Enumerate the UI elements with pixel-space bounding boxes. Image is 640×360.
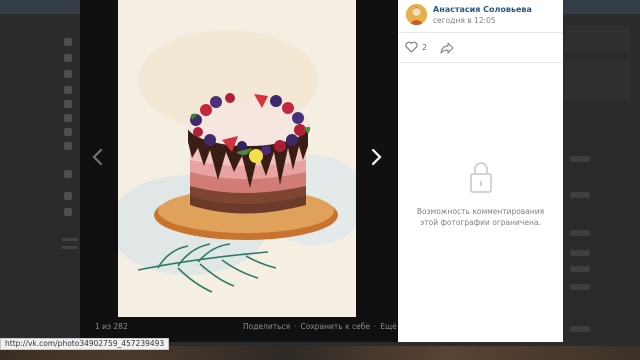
- avatar[interactable]: [406, 4, 427, 25]
- like-button[interactable]: 2: [405, 40, 427, 54]
- action-separator: ·: [373, 322, 377, 331]
- background-left-nav: [58, 16, 80, 249]
- share-link[interactable]: Поделиться: [243, 322, 290, 331]
- comments-locked-text: Возможность комментирования этой фотогра…: [416, 207, 545, 227]
- author-name[interactable]: Анастасия Соловьева: [433, 5, 532, 14]
- photo-viewer: 1 из 282 Поделиться · Сохранить к себе · Ещё…: [80, 0, 563, 342]
- comments-locked: Возможность комментирования этой фотогра…: [398, 160, 563, 228]
- photo-counter: 1 из 282: [95, 322, 128, 331]
- divider: [398, 32, 563, 33]
- author-block: Анастасия Соловьева сегодня в 12:05: [398, 0, 563, 32]
- photo-actions: Поделиться·Сохранить к себе·Ещё ⌄: [243, 322, 405, 331]
- save-to-me-link[interactable]: Сохранить к себе: [301, 322, 370, 331]
- post-time[interactable]: сегодня в 12:05: [433, 16, 496, 25]
- more-label: Ещё: [380, 322, 397, 331]
- chevron-left-icon: [92, 148, 103, 166]
- prev-photo-button[interactable]: [86, 140, 110, 174]
- photo-sidebar: Анастасия Соловьева сегодня в 12:05 2 Во…: [398, 0, 563, 342]
- like-count: 2: [422, 42, 428, 52]
- next-photo-button[interactable]: [364, 140, 388, 174]
- chevron-right-icon: [371, 148, 382, 166]
- background-right-column: [566, 16, 640, 346]
- photo-area: [80, 0, 397, 342]
- divider: [398, 62, 563, 63]
- heart-icon: [405, 41, 418, 53]
- action-separator: ·: [294, 322, 297, 331]
- share-arrow-icon: [440, 42, 454, 54]
- browser-status-bar: http://vk.com/photo34902759_457239493: [0, 338, 170, 350]
- lock-icon: [469, 162, 492, 193]
- photo-footer: 1 из 282 Поделиться · Сохранить к себе · Ещё…: [95, 322, 405, 336]
- share-button[interactable]: [439, 40, 455, 54]
- cake-photo[interactable]: [118, 0, 356, 317]
